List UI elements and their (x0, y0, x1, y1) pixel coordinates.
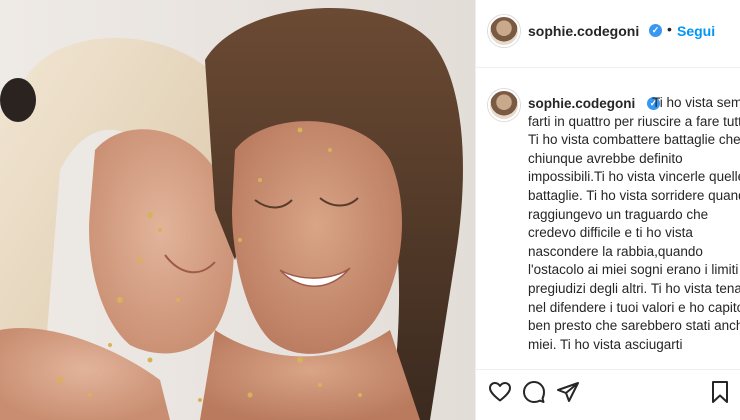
caption-line: raggiungevo un traguardo che (528, 206, 709, 222)
caption-line: l'ostacolo ai miei sogni erano i limiti … (528, 262, 740, 278)
heart-icon[interactable] (488, 380, 512, 404)
action-bar (476, 369, 740, 420)
caption-area[interactable]: sophie.codegoni ✓ Ti ho vista sempre far… (476, 69, 740, 369)
header-separator: • (667, 21, 672, 37)
post-sidebar: sophie.codegoni ✓ • Segui sophie.codegon… (475, 0, 740, 420)
caption-line: miei. Ti ho vista asciugarti (528, 336, 683, 352)
header-username[interactable]: sophie.codegoni (528, 23, 639, 39)
caption-line: ben presto che sarebbero stati anche i (528, 318, 740, 334)
caption-line: battaglie. Ti ho vista sorridere quando (528, 187, 740, 203)
caption-line: farti in quattro per riuscire a fare tut… (528, 113, 740, 129)
follow-button[interactable]: Segui (677, 23, 715, 39)
caption-avatar[interactable] (488, 89, 520, 121)
post-photo (0, 0, 475, 420)
bookmark-icon[interactable] (708, 380, 732, 404)
verified-badge-icon: ✓ (649, 24, 662, 37)
send-icon[interactable] (556, 380, 580, 404)
caption-line: Ti ho vista sempre (652, 95, 740, 110)
post-image[interactable] (0, 0, 475, 420)
caption-line: credevo difficile e ti ho vista (528, 225, 693, 241)
comment-icon[interactable] (522, 380, 546, 404)
caption-line: pregiudizi degli altri. Ti ho vista tena… (528, 280, 740, 296)
caption-line: nascondere la rabbia,quando (528, 243, 703, 259)
caption-text: Ti ho vista sempre farti in quattro per … (528, 94, 740, 354)
caption-line: chiunque avrebbe definito (528, 150, 683, 166)
caption-line: impossibili.Ti ho vista vincerle quelle (528, 169, 740, 185)
avatar[interactable] (488, 15, 520, 47)
caption-line: Ti ho vista combattere battaglie che (528, 132, 740, 148)
post-header: sophie.codegoni ✓ • Segui (476, 0, 740, 68)
caption-line: nel difendere i tuoi valori e ho capito (528, 299, 740, 315)
